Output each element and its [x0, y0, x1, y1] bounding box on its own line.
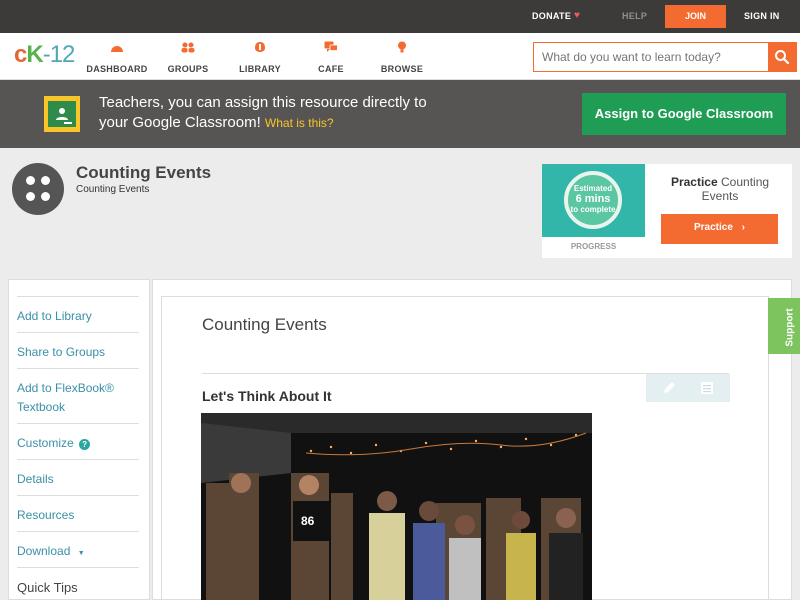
browse-icon: [398, 41, 406, 53]
progress-label: PROGRESS: [570, 242, 617, 251]
sidebar-item-details[interactable]: Details: [17, 459, 139, 489]
support-tab[interactable]: Support: [768, 298, 800, 354]
logo-c: c: [14, 41, 27, 68]
nav-label: BROWSE: [380, 64, 424, 74]
join-button[interactable]: JOIN: [665, 5, 726, 28]
download-label: Download: [17, 544, 71, 558]
groups-icon: [181, 42, 195, 53]
sidebar-item-share-to-groups[interactable]: Share to Groups: [17, 332, 139, 362]
flexbook-label: Add to FlexBook®: [17, 381, 114, 395]
help-link[interactable]: HELP: [622, 11, 647, 21]
nav-label: CAFE: [318, 64, 344, 74]
sidebar-item-resources[interactable]: Resources: [17, 495, 139, 525]
estimated-label: Estimated: [573, 184, 613, 193]
practice-card: Estimated 6 mins to complete PROGRESS Pr…: [542, 164, 792, 258]
search-button[interactable]: [768, 43, 796, 71]
top-utility-bar: DONATE ♥ HELP JOIN SIGN IN: [0, 0, 800, 33]
to-complete-label: to complete: [570, 205, 616, 214]
practice-title-bold: Practice: [670, 175, 718, 189]
caret-down-icon: ▼: [77, 550, 85, 557]
svg-text:86: 86: [301, 514, 315, 528]
content-tools: [646, 374, 730, 402]
practice-button-label: Practice: [693, 222, 733, 233]
title-area: Counting Events Counting Events Estimate…: [0, 148, 800, 278]
search-icon: [775, 50, 790, 65]
donate-link[interactable]: DONATE: [532, 11, 571, 21]
banner-line-1: Teachers, you can assign this resource d…: [99, 94, 427, 111]
section-heading: Let's Think About It: [202, 388, 332, 404]
chevron-right-icon: ›: [741, 222, 746, 233]
support-label: Support: [784, 308, 796, 347]
nav-item-groups[interactable]: GROUPS: [153, 41, 223, 77]
practice-thumbnail: Estimated 6 mins to complete: [542, 164, 645, 237]
sidebar-item-download[interactable]: Download ▼: [17, 531, 139, 563]
nav-label: LIBRARY: [239, 64, 281, 74]
practice-button[interactable]: Practice ›: [661, 214, 778, 244]
sidebar-item-add-to-flexbook[interactable]: Add to FlexBook® Textbook: [17, 368, 139, 417]
google-classroom-banner: Teachers, you can assign this resource d…: [0, 80, 800, 148]
estimated-time-badge: Estimated 6 mins to complete: [564, 171, 622, 229]
concept-icon: [12, 163, 64, 215]
what-is-this-link[interactable]: What is this?: [265, 116, 334, 130]
content-title: Counting Events: [202, 315, 327, 334]
nav-item-cafe[interactable]: CAFE: [296, 41, 366, 77]
assign-google-classroom-button[interactable]: Assign to Google Classroom: [582, 93, 786, 135]
nav-item-library[interactable]: LIBRARY: [225, 41, 295, 77]
dashboard-icon: [111, 46, 123, 52]
sidebar: Add to Library Share to Groups Add to Fl…: [8, 279, 150, 600]
nav-item-browse[interactable]: BROWSE: [367, 41, 437, 77]
sidebar-item-quick-tips[interactable]: Quick Tips: [17, 567, 139, 597]
search-box: [533, 42, 797, 72]
cafe-icon: [324, 41, 338, 52]
notes-icon[interactable]: [700, 381, 714, 395]
estimated-minutes: 6 mins: [575, 193, 611, 205]
help-icon[interactable]: ?: [79, 439, 91, 450]
nav-label: DASHBOARD: [86, 64, 148, 74]
sign-in-link[interactable]: SIGN IN: [744, 11, 780, 21]
library-icon: [255, 42, 265, 52]
pencil-icon[interactable]: [662, 381, 676, 395]
page-title: Counting Events: [76, 163, 212, 182]
heart-icon: ♥: [574, 10, 580, 21]
party-photo: 86: [201, 413, 592, 600]
page-subtitle: Counting Events: [76, 184, 150, 195]
sidebar-item-customize[interactable]: Customize ?: [17, 423, 139, 453]
main-nav: cK-12 DASHBOARD GROUPS LIBRARY CAFE BROW…: [0, 33, 800, 80]
textbook-label: Textbook: [17, 400, 66, 414]
practice-title: Practice Counting Events: [664, 175, 776, 203]
banner-text: Teachers, you can assign this resource d…: [99, 93, 519, 133]
nav-item-dashboard[interactable]: DASHBOARD: [82, 41, 152, 77]
sidebar-item-add-to-library[interactable]: Add to Library: [17, 296, 139, 326]
nav-label: GROUPS: [167, 64, 209, 74]
google-classroom-icon: [44, 96, 80, 132]
logo-n: -12: [42, 41, 76, 68]
ck12-logo[interactable]: cK-12: [14, 41, 76, 69]
search-input[interactable]: [534, 43, 770, 71]
banner-line-2: your Google Classroom!: [99, 114, 261, 131]
logo-k: K: [26, 41, 43, 68]
customize-label: Customize: [17, 436, 74, 450]
